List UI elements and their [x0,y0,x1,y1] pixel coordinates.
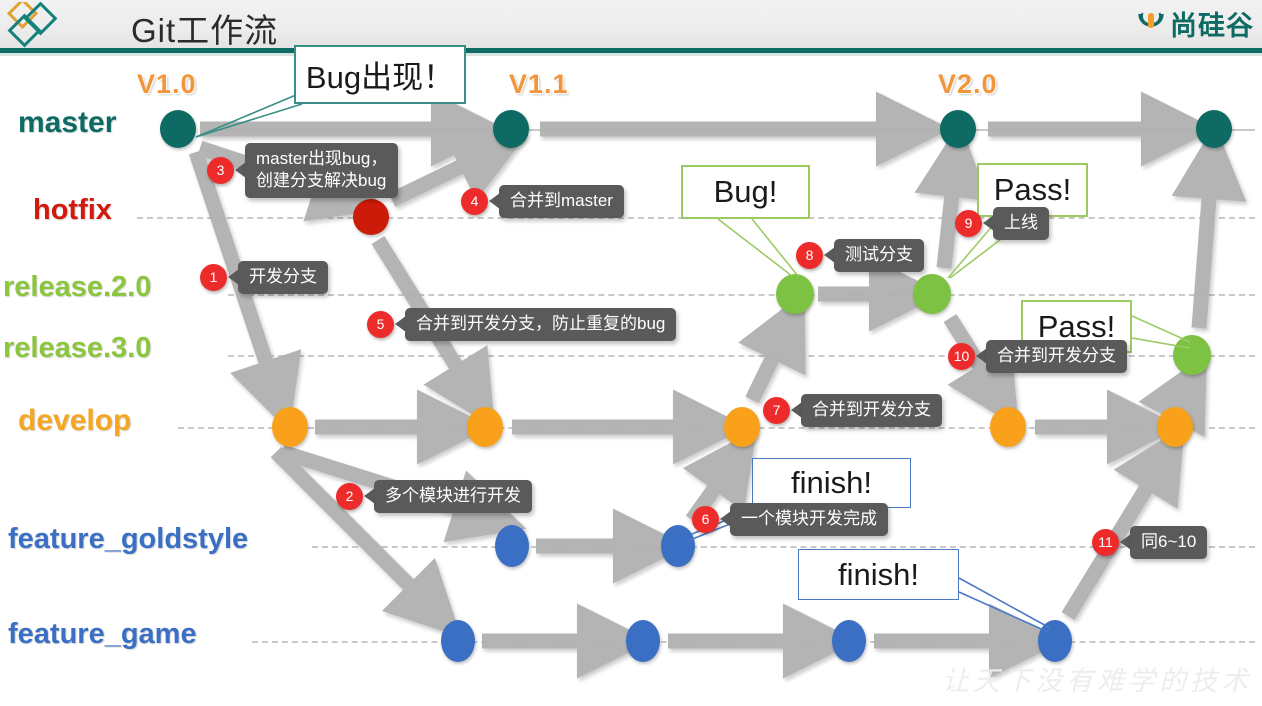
commit-node-master[interactable] [1196,110,1232,148]
callout-text-3: master出现bug， 创建分支解决bug [245,143,399,198]
callout-badge-8: 8 [796,241,823,269]
lane-label-develop: develop [18,403,132,437]
lane-line-develop [178,427,1255,429]
slide-canvas: Git工作流 尚硅谷 master hotfix release.2.0 releas… [0,0,1262,706]
callout-badge-3: 3 [207,156,234,184]
commit-node-feature_game[interactable] [626,620,660,662]
header-divider-light [0,53,1262,56]
slide-header: Git工作流 尚硅谷 [0,0,1262,56]
callout-text-1: 开发分支 [238,261,328,294]
commit-node-release.2.0[interactable] [913,274,951,314]
u-mark-icon [1136,9,1166,44]
commit-node-feature_game[interactable] [1038,620,1072,662]
commit-node-develop[interactable] [1157,407,1193,447]
callout-7: 7 合并到开发分支 [763,394,942,427]
commit-node-master[interactable] [160,110,196,148]
callout-text-2: 多个模块进行开发 [374,480,532,513]
callout-badge-2: 2 [336,482,363,510]
callout-badge-9: 9 [955,209,982,237]
lane-label-release.2.0: release.2.0 [3,271,152,304]
callout-2: 2 多个模块进行开发 [336,480,532,513]
callout-text-6: 一个模块开发完成 [730,503,888,536]
callout-text-10: 合并到开发分支 [986,340,1127,373]
commit-node-hotfix[interactable] [353,199,389,235]
watermark: 让天下没有难学的技术 [942,666,1252,697]
commit-node-develop[interactable] [272,407,308,447]
commit-node-develop[interactable] [724,407,760,447]
commit-node-feature_goldstyle[interactable] [661,525,695,567]
speech-box: finish! [798,549,959,600]
callout-badge-10: 10 [948,342,975,370]
callout-8: 8 测试分支 [796,239,924,272]
speech-box-text: finish! [838,556,919,592]
callout-text-11: 同6~10 [1130,526,1208,559]
speech-box: Bug! [681,165,810,219]
speech-box: Bug出现！ [294,45,466,104]
commit-node-release.3.0[interactable] [1173,335,1211,375]
commit-node-feature_goldstyle[interactable] [495,525,529,567]
callout-4: 4 合并到master [461,185,624,218]
callout-text-9: 上线 [993,207,1049,240]
callout-11: 11 同6~10 [1092,526,1208,559]
callout-3: 3 master出现bug， 创建分支解决bug [207,143,399,198]
commit-node-release.2.0[interactable] [776,274,814,314]
commit-node-feature_game[interactable] [441,620,475,662]
commit-node-master[interactable] [493,110,529,148]
lane-label-feature_game: feature_game [8,618,197,651]
callout-badge-6: 6 [692,505,719,533]
speech-box-text: finish! [791,465,872,500]
version-tag: V1.0 [137,69,197,99]
callout-text-7: 合并到开发分支 [801,394,942,427]
commit-node-develop[interactable] [467,407,503,447]
commit-node-develop[interactable] [990,407,1026,447]
callout-text-8: 测试分支 [834,239,924,272]
callout-badge-11: 11 [1092,528,1119,556]
commit-node-feature_game[interactable] [832,620,866,662]
callout-badge-7: 7 [763,396,790,424]
page-title: Git工作流 [131,12,279,49]
lane-line-release.2.0 [228,294,1255,296]
callout-1: 1 开发分支 [200,261,328,294]
lane-line-master [215,129,1255,131]
callout-badge-4: 4 [461,187,488,215]
lane-label-release.3.0: release.3.0 [3,332,152,365]
callout-10: 10 合并到开发分支 [948,340,1127,373]
callout-5: 5 合并到开发分支，防止重复的bug [367,308,677,341]
commit-node-master[interactable] [940,110,976,148]
callout-badge-5: 5 [367,310,394,338]
brand-name: 尚硅谷 [1170,10,1254,41]
version-tag: V1.1 [509,69,569,99]
diamonds-logo-icon [4,0,60,50]
lane-label-hotfix: hotfix [33,194,112,227]
speech-box-text: Pass! [993,172,1072,207]
speech-box-text: Bug出现！ [305,60,455,95]
callout-badge-1: 1 [200,263,227,291]
lane-label-feature_goldstyle: feature_goldstyle [8,523,249,556]
callout-6: 6 一个模块开发完成 [692,503,888,536]
brand-logo: 尚硅谷 [1136,6,1254,46]
lane-line-feature_game [252,641,1255,643]
lane-label-master: master [18,105,117,139]
callout-text-5: 合并到开发分支，防止重复的bug [405,308,677,341]
version-tag: V2.0 [938,69,998,99]
speech-box-text: Bug! [713,174,778,209]
speech-box: finish! [752,458,911,508]
callout-text-4: 合并到master [499,185,624,218]
callout-9: 9 上线 [955,207,1049,240]
